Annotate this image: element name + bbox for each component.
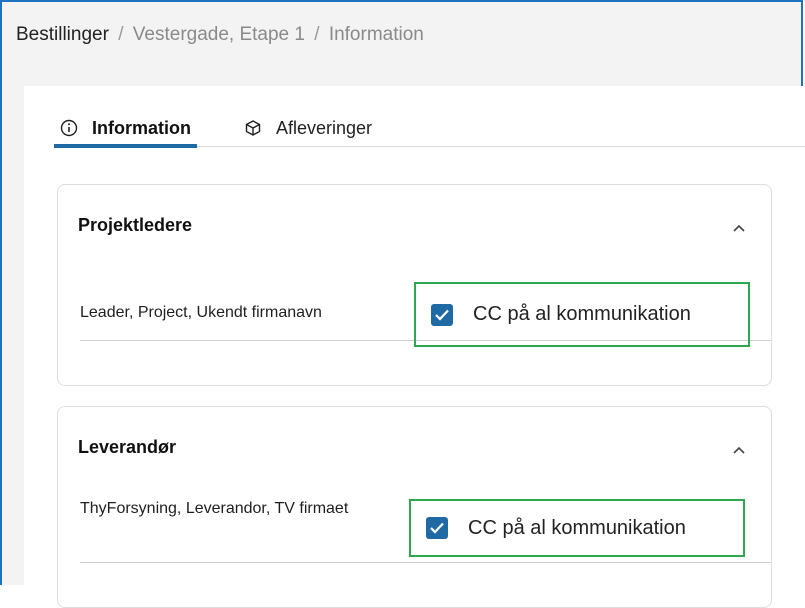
breadcrumb-root-link[interactable]: Bestillinger xyxy=(16,24,109,45)
breadcrumb-separator: / xyxy=(118,24,124,45)
breadcrumb-separator: / xyxy=(314,24,320,45)
cc-checkbox-projektledere[interactable]: CC på al kommunikation xyxy=(414,282,750,347)
active-tab-indicator xyxy=(54,144,197,148)
app-window: Bestillinger / Vestergade, Etape 1 / Inf… xyxy=(0,0,805,608)
cc-label: CC på al kommunikation xyxy=(468,516,686,539)
info-icon xyxy=(60,119,78,137)
section-title: Leverandør xyxy=(78,437,177,457)
tab-information[interactable]: Information xyxy=(54,112,197,148)
breadcrumb-current: Information xyxy=(328,24,424,45)
tab-bar: Information Afleveringer xyxy=(54,112,805,148)
tab-afleveringer-label: Afleveringer xyxy=(276,117,373,138)
row-divider xyxy=(80,562,771,563)
chevron-up-icon[interactable] xyxy=(731,443,747,455)
breadcrumb-project-link[interactable]: Vestergade, Etape 1 xyxy=(133,24,305,45)
checkbox-checked-icon[interactable] xyxy=(426,517,448,539)
checkbox-checked-icon[interactable] xyxy=(431,303,453,326)
cc-label: CC på al kommunikation xyxy=(473,303,691,325)
tab-afleveringer[interactable]: Afleveringer xyxy=(244,112,372,144)
cube-icon xyxy=(244,119,262,137)
section-title: Projektledere xyxy=(78,215,193,235)
tab-information-label: Information xyxy=(92,117,191,138)
breadcrumb: Bestillinger / Vestergade, Etape 1 / Inf… xyxy=(16,24,424,46)
contact-name: Leader, Project, Ukendt firmanavn xyxy=(80,304,322,321)
contact-name: ThyForsyning, Leverandor, TV firmaet xyxy=(80,500,349,517)
cc-checkbox-leverandor[interactable]: CC på al kommunikation xyxy=(409,499,745,557)
chevron-up-icon[interactable] xyxy=(731,221,747,233)
